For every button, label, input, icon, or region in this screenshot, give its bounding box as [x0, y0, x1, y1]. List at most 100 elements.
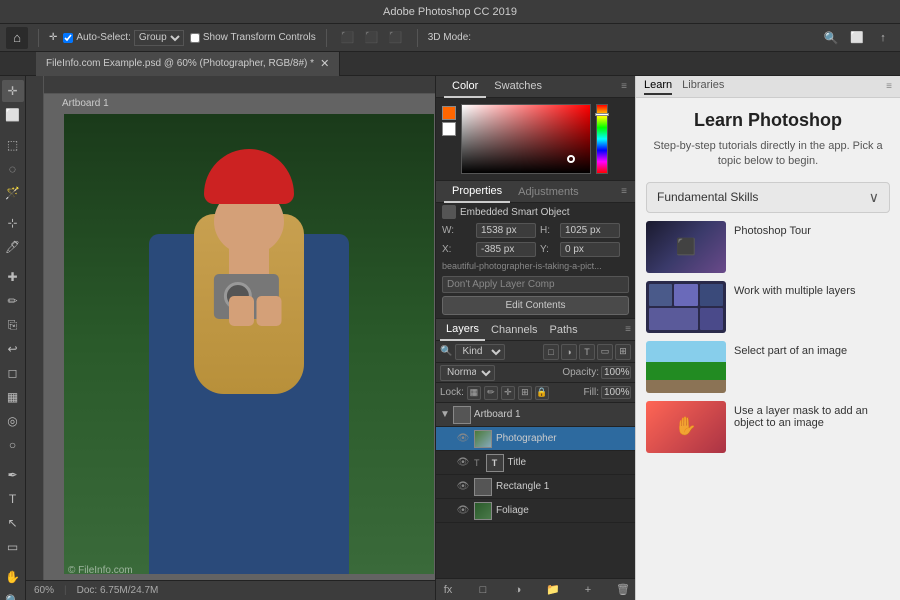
- list-item[interactable]: 👁 Foliage: [436, 499, 635, 523]
- align-left-btn[interactable]: ⬛: [337, 27, 359, 49]
- eraser-tool[interactable]: ◻: [2, 362, 24, 384]
- quick-select-tool[interactable]: 🪄: [2, 182, 24, 204]
- zoom-tool[interactable]: 🔍: [2, 590, 24, 600]
- auto-select-dropdown[interactable]: Group: [134, 30, 184, 46]
- doc-size: Doc: 6.75M/24.7M: [77, 585, 159, 596]
- stamp-tool[interactable]: ⎘: [2, 314, 24, 336]
- thumb-icon: ✋: [675, 416, 697, 437]
- auto-select-checkbox[interactable]: [63, 33, 73, 43]
- history-brush-tool[interactable]: ↩: [2, 338, 24, 360]
- screen-mode-btn[interactable]: ⬜: [846, 27, 868, 49]
- eye-icon[interactable]: 👁: [456, 480, 470, 494]
- lock-position-btn[interactable]: ✛: [501, 386, 515, 400]
- move-tool-btn[interactable]: ✛: [49, 32, 57, 43]
- paths-tab[interactable]: Paths: [544, 319, 584, 341]
- toolbar-divider-1: [38, 29, 39, 47]
- dodge-tool[interactable]: ○: [2, 434, 24, 456]
- search-btn[interactable]: 🔍: [820, 27, 842, 49]
- filename-label: beautiful-photographer-is-taking-a-pict.…: [436, 259, 635, 273]
- layer-thumb: [474, 478, 492, 496]
- channels-tab[interactable]: Channels: [485, 319, 543, 341]
- eye-icon[interactable]: 👁: [456, 456, 470, 470]
- expand-icon: ▼: [440, 409, 450, 420]
- adjustments-tab[interactable]: Adjustments: [510, 181, 587, 203]
- properties-panel-menu-btn[interactable]: ≡: [621, 186, 627, 197]
- filter-type-btn[interactable]: T: [579, 344, 595, 360]
- home-button[interactable]: ⌂: [6, 27, 28, 49]
- learn-panel-close-btn[interactable]: ≡: [886, 81, 892, 92]
- eye-icon[interactable]: 👁: [456, 504, 470, 518]
- list-item[interactable]: ▼ Artboard 1: [436, 403, 635, 427]
- adjustment-btn[interactable]: ◑: [510, 582, 526, 598]
- libraries-tab[interactable]: Libraries: [682, 79, 724, 95]
- brush-tool[interactable]: ✏: [2, 290, 24, 312]
- delete-layer-btn[interactable]: 🗑: [615, 582, 631, 598]
- new-group-btn[interactable]: 📁: [545, 582, 561, 598]
- lock-all-btn[interactable]: 🔒: [535, 386, 549, 400]
- fundamental-skills-category[interactable]: Fundamental Skills ∨: [646, 182, 890, 213]
- foreground-swatch[interactable]: [442, 106, 456, 120]
- close-tab-btn[interactable]: ✕: [320, 57, 329, 70]
- move-tool[interactable]: ✛: [2, 80, 24, 102]
- blend-mode-dropdown[interactable]: Normal: [440, 365, 495, 381]
- new-layer-btn[interactable]: +: [580, 582, 596, 598]
- layers-panel: Layers Channels Paths ≡ 🔍 Kind □ ◑ T: [436, 319, 635, 600]
- filter-smart-btn[interactable]: ⊞: [615, 344, 631, 360]
- share-btn[interactable]: ↑: [872, 27, 894, 49]
- menu-bar: Adobe Photoshop CC 2019: [0, 0, 900, 24]
- eye-icon[interactable]: 👁: [456, 432, 470, 446]
- filter-adjust-btn[interactable]: ◑: [561, 344, 577, 360]
- list-item[interactable]: 👁 T T Title: [436, 451, 635, 475]
- filter-shape-btn[interactable]: ▭: [597, 344, 613, 360]
- layer-fx-btn[interactable]: fx: [440, 582, 456, 598]
- list-item[interactable]: 👁 Rectangle 1: [436, 475, 635, 499]
- show-transform-checkbox[interactable]: [190, 33, 200, 43]
- crop-tool[interactable]: ⊹: [2, 212, 24, 234]
- eyedropper-tool[interactable]: 🖊: [2, 236, 24, 258]
- toolbar-right: 🔍 ⬜ ↑: [820, 27, 894, 49]
- panels-column: Color Swatches ≡: [435, 76, 635, 600]
- layer-comp-dropdown[interactable]: Don't Apply Layer Comp: [442, 276, 629, 293]
- filter-type-dropdown[interactable]: Kind: [455, 344, 505, 360]
- gradient-tool[interactable]: ▦: [2, 386, 24, 408]
- hue-bar[interactable]: [596, 104, 608, 174]
- lock-transparent-btn[interactable]: ▦: [467, 386, 481, 400]
- filter-pixel-btn[interactable]: □: [543, 344, 559, 360]
- align-right-btn[interactable]: ⬛: [385, 27, 407, 49]
- blur-tool[interactable]: ◎: [2, 410, 24, 432]
- list-item[interactable]: Work with multiple layers: [646, 281, 890, 333]
- marquee-tool[interactable]: ⬚: [2, 134, 24, 156]
- canvas-area: Artboard 1: [26, 76, 435, 600]
- thumb-icon: ⬛: [676, 237, 696, 257]
- color-panel-tabs: Color Swatches: [444, 76, 550, 98]
- swatches-tab[interactable]: Swatches: [486, 76, 550, 98]
- list-item[interactable]: 👁 Photographer: [436, 427, 635, 451]
- layers-panel-menu-btn[interactable]: ≡: [625, 324, 631, 335]
- background-swatch[interactable]: [442, 122, 456, 136]
- layers-tab[interactable]: Layers: [440, 319, 485, 341]
- list-item[interactable]: ✋ Use a layer mask to add an object to a…: [646, 401, 890, 453]
- lock-pixels-btn[interactable]: ✏: [484, 386, 498, 400]
- hand-tool[interactable]: ✋: [2, 566, 24, 588]
- edit-contents-btn[interactable]: Edit Contents: [442, 296, 629, 315]
- type-tool[interactable]: T: [2, 488, 24, 510]
- lock-artboard-btn[interactable]: ⊞: [518, 386, 532, 400]
- list-item[interactable]: Select part of an image: [646, 341, 890, 393]
- document-tab[interactable]: FileInfo.com Example.psd @ 60% (Photogra…: [36, 52, 340, 76]
- properties-tab[interactable]: Properties: [444, 181, 510, 203]
- learn-tabs: Learn Libraries: [644, 79, 724, 95]
- lasso-tool[interactable]: ◌: [2, 158, 24, 180]
- path-select-tool[interactable]: ↖: [2, 512, 24, 534]
- color-spectrum-picker[interactable]: [461, 104, 591, 174]
- add-mask-btn[interactable]: □: [475, 582, 491, 598]
- pen-tool[interactable]: ✒: [2, 464, 24, 486]
- color-panel-menu-btn[interactable]: ≡: [621, 81, 627, 92]
- healing-tool[interactable]: ✚: [2, 266, 24, 288]
- shape-tool[interactable]: ▭: [2, 536, 24, 558]
- align-center-btn[interactable]: ⬛: [361, 27, 383, 49]
- color-tab[interactable]: Color: [444, 76, 486, 98]
- learn-tab[interactable]: Learn: [644, 79, 672, 95]
- artboard-tool[interactable]: ⬜: [2, 104, 24, 126]
- layer-thumb: [453, 406, 471, 424]
- list-item[interactable]: ⬛ Photoshop Tour: [646, 221, 890, 273]
